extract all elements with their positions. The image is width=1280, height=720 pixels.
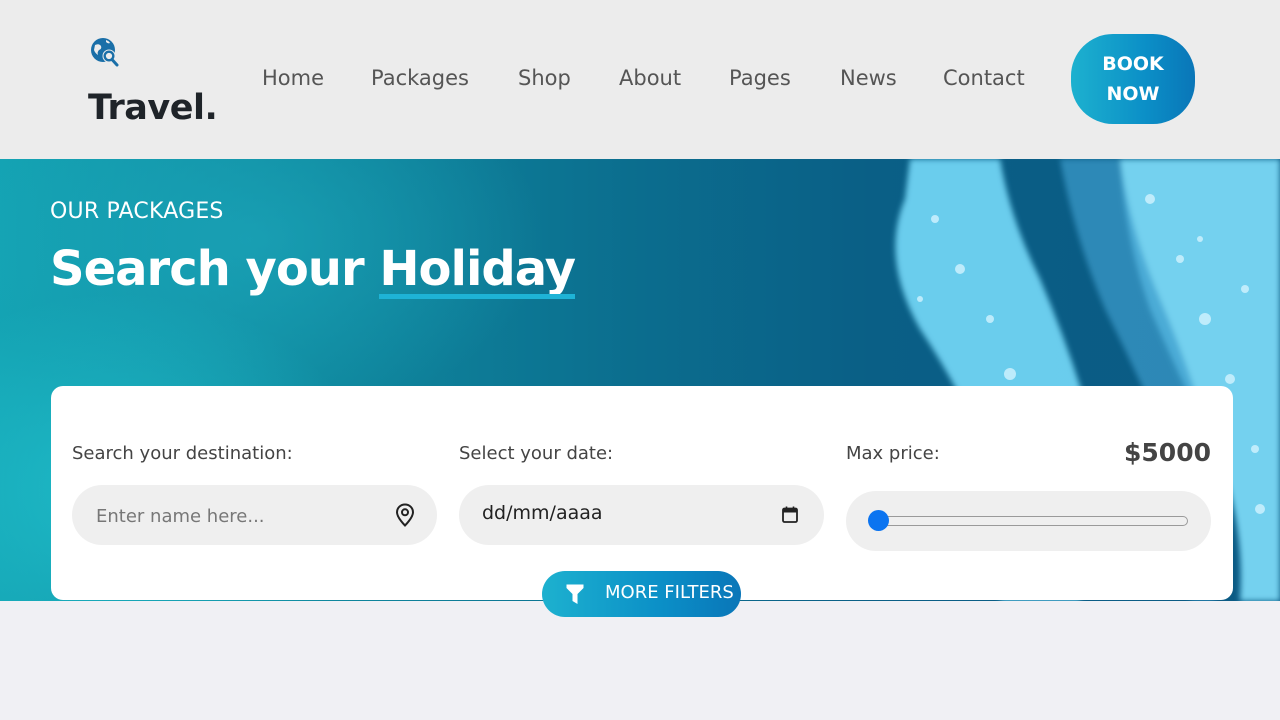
nav-about[interactable]: About [619,66,681,90]
nav-pages[interactable]: Pages [729,66,791,90]
title-underline [379,294,575,299]
site-header: Travel. Home Packages Shop About Pages N… [0,0,1280,159]
search-card: Search your destination: Select your dat… [51,386,1233,600]
nav-packages[interactable]: Packages [371,66,469,90]
nav-home[interactable]: Home [262,66,324,90]
book-now-line-1: BOOK [1102,53,1164,75]
book-now-line-2: NOW [1106,83,1160,105]
price-label: Max price: [846,443,940,464]
nav-contact[interactable]: Contact [943,66,1025,90]
destination-input[interactable] [94,485,378,547]
date-label: Select your date: [459,443,614,464]
more-filters-label: MORE FILTERS [605,582,734,603]
price-slider-track[interactable] [872,516,1188,526]
brand-name: Travel. [88,88,218,128]
calendar-icon[interactable] [782,506,798,523]
hero-title-prefix: Search your [50,241,365,297]
price-slider-field [846,491,1211,551]
more-filters-button[interactable]: MORE FILTERS [542,571,741,617]
nav-shop[interactable]: Shop [518,66,571,90]
destination-field [72,485,437,547]
map-pin-icon [395,503,415,527]
hero-title: Search your Holiday [50,241,576,299]
destination-label: Search your destination: [72,443,293,464]
price-value: $5000 [1124,438,1211,467]
price-slider-thumb[interactable] [868,510,889,531]
nav-news[interactable]: News [840,66,897,90]
book-now-button[interactable]: BOOK NOW [1071,34,1195,124]
date-field[interactable]: dd/mm/aaaa [459,485,824,545]
brand-logo[interactable]: Travel. [88,34,218,134]
filter-icon [566,584,584,604]
hero-eyebrow: OUR PACKAGES [50,199,224,224]
book-now-label: BOOK NOW [1102,49,1164,109]
hero-title-highlight-text: Holiday [379,241,576,297]
globe-search-icon [91,38,119,67]
date-value: dd/mm/aaaa [482,502,603,524]
hero-title-highlight: Holiday [379,241,576,299]
